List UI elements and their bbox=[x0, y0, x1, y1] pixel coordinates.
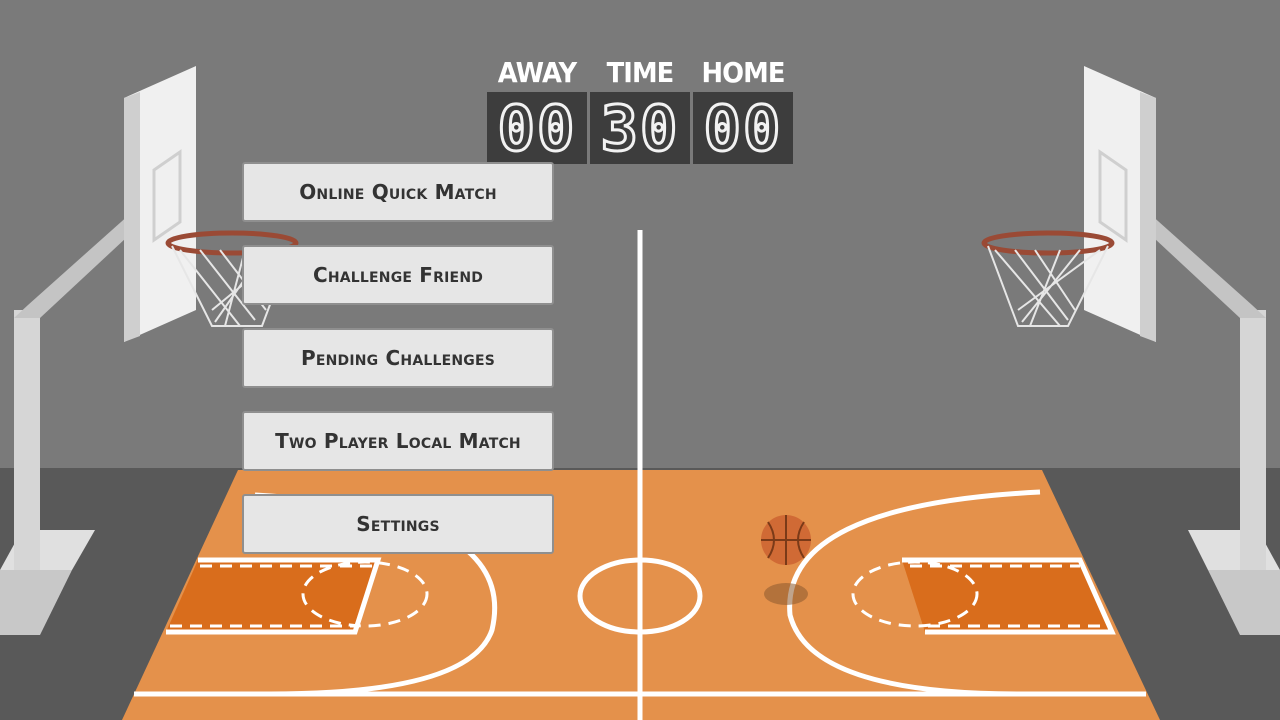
time-label: TIME bbox=[606, 56, 675, 89]
scoreboard: AWAY 00 TIME 30 HOME 00 bbox=[487, 56, 797, 166]
time-panel: TIME 30 bbox=[590, 56, 690, 166]
pending-challenges-button[interactable]: Pending Challenges bbox=[242, 328, 554, 388]
right-paint bbox=[902, 560, 1112, 632]
time-remaining: 30 bbox=[590, 90, 690, 166]
home-label: HOME bbox=[701, 56, 785, 89]
away-score: 00 bbox=[487, 90, 587, 166]
home-score-panel: HOME 00 bbox=[693, 56, 793, 166]
settings-button[interactable]: Settings bbox=[242, 494, 554, 554]
away-score-panel: AWAY 00 bbox=[487, 56, 587, 166]
online-quick-match-button[interactable]: Online Quick Match bbox=[242, 162, 554, 222]
two-player-local-match-button[interactable]: Two Player Local Match bbox=[242, 411, 554, 471]
challenge-friend-button[interactable]: Challenge Friend bbox=[242, 245, 554, 305]
away-label: AWAY bbox=[497, 56, 577, 89]
left-paint bbox=[166, 560, 378, 632]
home-score: 00 bbox=[693, 90, 793, 166]
